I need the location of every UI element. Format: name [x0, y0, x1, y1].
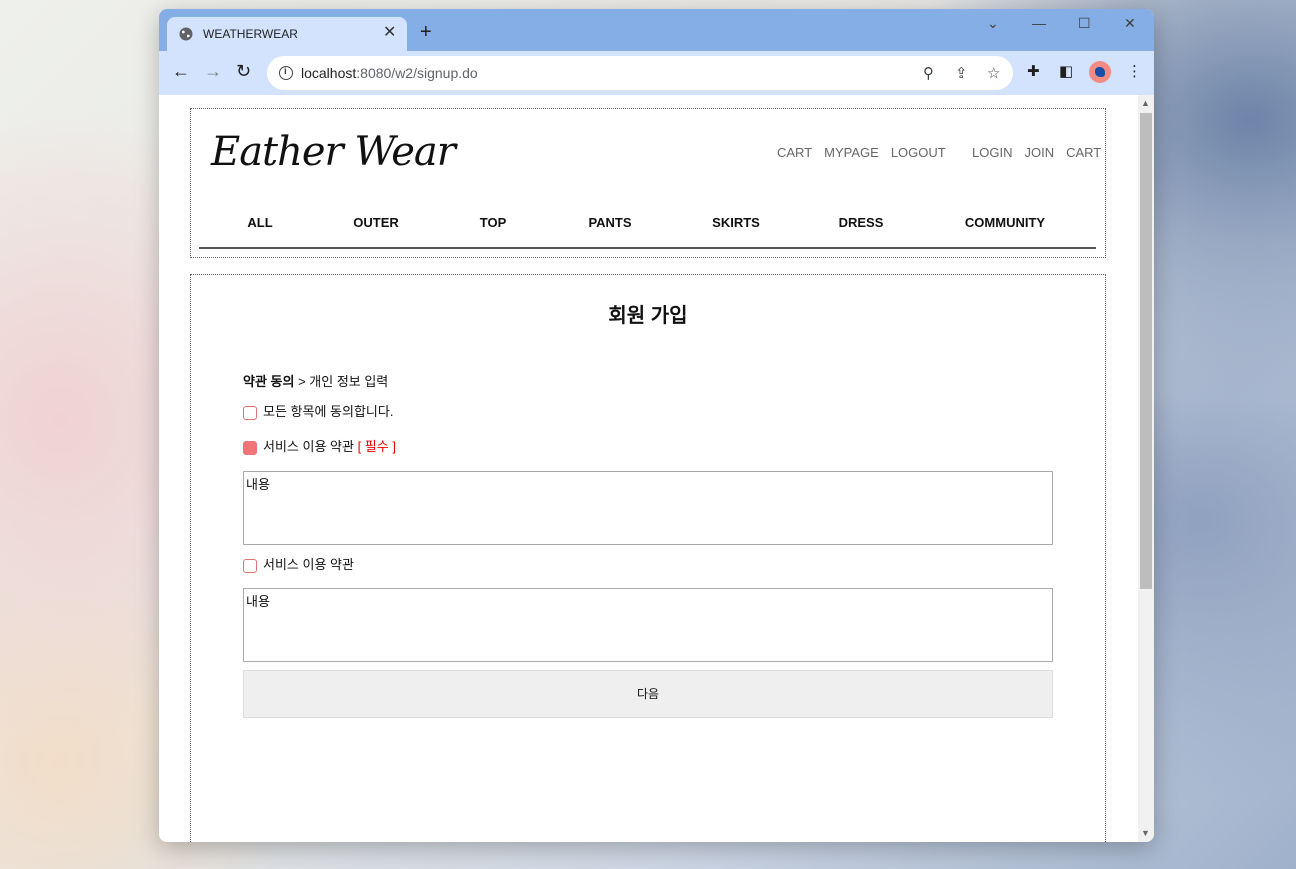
agree-all-checkbox[interactable]: [243, 405, 257, 420]
title-bar: WEATHERWEAR ✕ + ⌄ — ☐ ✕: [159, 9, 1154, 51]
nav-pants[interactable]: PANTS: [588, 215, 631, 230]
nav-dress[interactable]: DRESS: [839, 215, 884, 230]
back-arrow-icon[interactable]: ←: [172, 61, 190, 81]
next-button[interactable]: 다음: [243, 670, 1053, 718]
nav-skirts[interactable]: SKIRTS: [712, 215, 760, 230]
term2-label[interactable]: 서비스 이용 약관: [263, 557, 354, 572]
site-header: Eather Wear CART MYPAGE LOGOUT LOGIN JOIN CA…: [190, 108, 1106, 258]
nav-community[interactable]: COMMUNITY: [965, 215, 1045, 230]
agree-all-label[interactable]: 모든 항목에 동의합니다.: [263, 404, 393, 419]
term2-content-box[interactable]: 내용: [243, 588, 1053, 662]
nav-top[interactable]: TOP: [480, 215, 507, 230]
signup-steps: 약관 동의 > 개인 정보 입력: [243, 371, 388, 390]
top-link-cart[interactable]: CART: [777, 145, 812, 160]
minimize-button[interactable]: —: [1032, 15, 1046, 31]
site-info-icon[interactable]: [279, 66, 293, 80]
required-badge: [ 필수 ]: [357, 439, 396, 454]
vertical-scrollbar[interactable]: ▲ ▼: [1138, 95, 1154, 842]
extensions-icon[interactable]: ✚: [1027, 62, 1040, 80]
nav-all[interactable]: ALL: [247, 215, 272, 230]
step-current: 약관 동의: [243, 374, 295, 389]
share-icon[interactable]: ⇪: [955, 64, 968, 82]
profile-avatar[interactable]: [1089, 61, 1111, 83]
term2-row: 서비스 이용 약관: [243, 554, 354, 573]
menu-kebab-icon[interactable]: ⋮: [1127, 62, 1142, 80]
member-links: CART MYPAGE LOGOUT: [777, 145, 958, 160]
browser-toolbar: ← → ↻ localhost:8080/w2/signup.do ⚲ ⇪ ☆ …: [159, 51, 1154, 95]
scroll-down-arrow-icon[interactable]: ▼: [1141, 828, 1150, 838]
term1-label[interactable]: 서비스 이용 약관: [263, 439, 354, 454]
tab-close-icon[interactable]: ✕: [383, 25, 396, 41]
maximize-button[interactable]: ☐: [1078, 15, 1091, 32]
url-text[interactable]: localhost:8080/w2/signup.do: [301, 65, 478, 81]
guest-links: LOGIN JOIN CART: [972, 145, 1101, 160]
step-next: 개인 정보 입력: [309, 374, 389, 389]
forward-arrow-icon[interactable]: →: [204, 61, 222, 81]
close-window-button[interactable]: ✕: [1124, 15, 1136, 32]
step-separator: >: [294, 374, 310, 389]
globe-icon: [179, 27, 193, 41]
side-panel-icon[interactable]: ◧: [1059, 62, 1073, 80]
term1-checkbox[interactable]: [243, 440, 257, 455]
tab-title: WEATHERWEAR: [203, 27, 298, 41]
term1-row: 서비스 이용 약관 [ 필수 ]: [243, 436, 396, 455]
term1-content-box[interactable]: 내용: [243, 471, 1053, 545]
page-title: 회원 가입: [608, 305, 688, 327]
reload-icon[interactable]: ↻: [236, 61, 251, 81]
tab-search-icon[interactable]: ⌄: [987, 15, 999, 32]
signup-section: 회원 가입 약관 동의 > 개인 정보 입력 모든 항목에 동의합니다. 서비스…: [190, 274, 1106, 842]
agree-all-row: 모든 항목에 동의합니다.: [243, 401, 393, 420]
top-link-logout[interactable]: LOGOUT: [891, 145, 946, 160]
browser-window: WEATHERWEAR ✕ + ⌄ — ☐ ✕ ← → ↻ localhost:…: [159, 9, 1154, 842]
new-tab-button[interactable]: +: [420, 22, 432, 42]
browser-tab[interactable]: WEATHERWEAR ✕: [167, 17, 407, 51]
zoom-icon[interactable]: ⚲: [923, 64, 934, 82]
top-link-login[interactable]: LOGIN: [972, 145, 1012, 160]
top-link-mypage[interactable]: MYPAGE: [824, 145, 879, 160]
top-link-cart-2[interactable]: CART: [1066, 145, 1101, 160]
nav-outer[interactable]: OUTER: [353, 215, 399, 230]
scroll-thumb[interactable]: [1140, 113, 1152, 589]
site-logo[interactable]: Eather Wear: [211, 129, 456, 175]
term2-checkbox[interactable]: [243, 558, 257, 573]
bookmark-star-icon[interactable]: ☆: [987, 64, 1000, 82]
address-bar[interactable]: localhost:8080/w2/signup.do ⚲ ⇪ ☆: [267, 56, 1013, 90]
top-link-join[interactable]: JOIN: [1024, 145, 1054, 160]
scroll-up-arrow-icon[interactable]: ▲: [1141, 98, 1150, 108]
page-viewport: Eather Wear CART MYPAGE LOGOUT LOGIN JOIN CA…: [159, 95, 1138, 842]
main-navigation: ALL OUTER TOP PANTS SKIRTS DRESS COMMUNI…: [199, 215, 1096, 249]
